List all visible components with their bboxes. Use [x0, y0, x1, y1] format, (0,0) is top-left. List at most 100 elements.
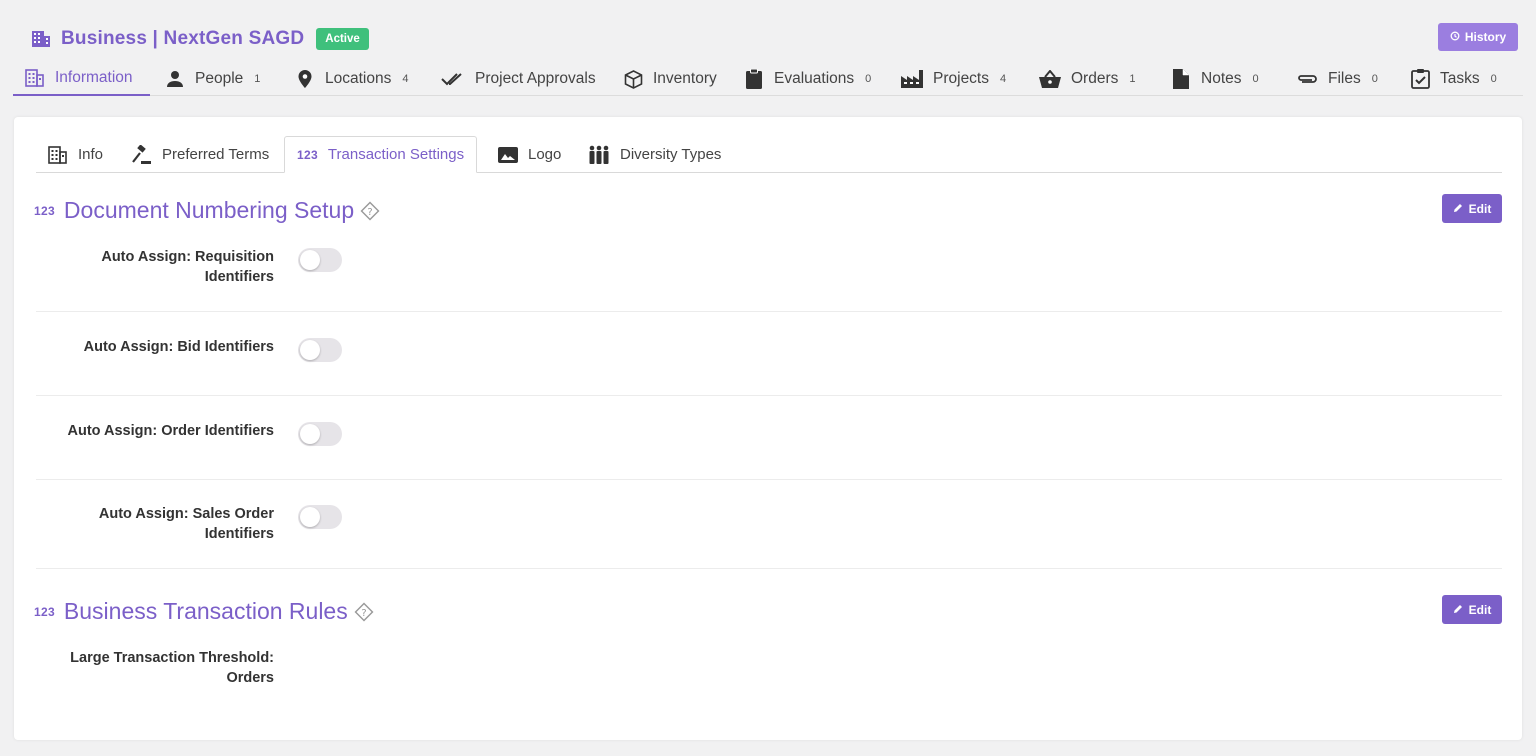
building-icon — [30, 29, 52, 49]
building-icon — [48, 145, 68, 164]
tab-label: Tasks — [1440, 70, 1480, 87]
subtab-logo[interactable]: Logo — [486, 136, 573, 173]
tab-label: Project Approvals — [475, 70, 596, 87]
setting-label: Auto Assign: Bid Identifiers — [83, 339, 274, 355]
content-card: Info Preferred Terms 123 Transaction Set… — [14, 117, 1522, 740]
page-title: Business | NextGen SAGD — [61, 28, 305, 49]
history-button[interactable]: History — [1438, 23, 1518, 51]
tab-count: 4 — [402, 73, 409, 85]
setting-row-order: Auto Assign: Order Identifiers — [36, 421, 1502, 446]
section-title-text: Business Transaction Rules — [63, 598, 348, 624]
tab-label: Inventory — [653, 70, 717, 87]
tab-inventory[interactable]: Inventory — [623, 62, 717, 96]
subtab-info[interactable]: Info — [36, 136, 115, 173]
tab-locations[interactable]: Locations 4 — [295, 62, 408, 96]
map-pin-icon — [295, 69, 315, 89]
tab-label: Evaluations — [774, 70, 855, 87]
subtab-label: Preferred Terms — [162, 146, 270, 163]
tab-information[interactable]: Information — [13, 62, 150, 96]
factory-icon — [901, 69, 923, 89]
tab-label: Files — [1328, 70, 1361, 87]
tab-label: Notes — [1201, 70, 1242, 87]
subtab-label: Diversity Types — [620, 146, 722, 163]
subtab-label: Info — [78, 146, 104, 163]
note-icon — [1171, 69, 1191, 89]
edit-numbering-button[interactable]: Edit — [1442, 194, 1502, 223]
pencil-icon — [1453, 202, 1463, 216]
tab-count: 0 — [1371, 73, 1378, 85]
divider — [36, 395, 1502, 396]
requisition-toggle[interactable] — [298, 248, 342, 272]
image-icon — [498, 146, 518, 163]
tab-count: 1 — [1129, 73, 1136, 85]
subtab-transaction-settings[interactable]: 123 Transaction Settings — [284, 136, 478, 173]
tab-people[interactable]: People 1 — [165, 62, 260, 96]
tab-count: 4 — [1000, 73, 1007, 85]
tab-tasks[interactable]: Tasks 0 — [1410, 62, 1497, 96]
section-title-numbering: 123 Document Numbering Setup ? — [34, 197, 380, 224]
basket-icon — [1039, 69, 1061, 89]
help-icon[interactable]: ? — [354, 602, 374, 622]
sub-tab-bar: Info Preferred Terms 123 Transaction Set… — [36, 136, 1502, 173]
setting-row-sales-order: Auto Assign: Sales Order Identifiers — [36, 504, 1502, 548]
setting-label: Auto Assign: Sales Order Identifiers — [98, 506, 274, 542]
tab-files[interactable]: Files 0 — [1296, 62, 1378, 96]
help-icon[interactable]: ? — [360, 201, 380, 221]
cube-icon — [623, 69, 643, 89]
history-icon — [1450, 30, 1460, 44]
pencil-icon — [1453, 603, 1463, 617]
divider — [36, 479, 1502, 480]
tab-count: 0 — [1490, 73, 1497, 85]
order-toggle[interactable] — [298, 422, 342, 446]
tab-label: Information — [55, 69, 133, 86]
tab-label: People — [195, 70, 244, 87]
edit-label: Edit — [1468, 602, 1492, 617]
numbers-icon: 123 — [297, 147, 318, 162]
building-icon — [25, 68, 45, 88]
sales-order-toggle[interactable] — [298, 505, 342, 529]
tab-label: Projects — [933, 70, 989, 87]
gavel-icon — [132, 144, 152, 165]
tab-count: 1 — [254, 73, 261, 85]
main-tab-bar: Information People 1 Locations 4 Project… — [13, 62, 1523, 96]
subtab-label: Transaction Settings — [327, 146, 465, 163]
double-check-icon — [441, 69, 465, 89]
divider — [36, 568, 1502, 569]
subtab-diversity-types[interactable]: Diversity Types — [576, 136, 733, 173]
subtab-preferred-terms[interactable]: Preferred Terms — [120, 136, 281, 173]
edit-label: Edit — [1468, 201, 1492, 216]
person-icon — [165, 69, 185, 89]
divider — [36, 311, 1502, 312]
setting-label: Auto Assign: Requisition Identifiers — [101, 249, 274, 285]
edit-rules-button[interactable]: Edit — [1442, 595, 1502, 624]
numbers-icon: 123 — [34, 604, 55, 619]
history-label: History — [1464, 30, 1507, 44]
tab-projects[interactable]: Projects 4 — [901, 62, 1006, 96]
tab-project-approvals[interactable]: Project Approvals — [441, 62, 596, 96]
setting-row-bid: Auto Assign: Bid Identifiers — [36, 337, 1502, 362]
tab-label: Orders — [1071, 70, 1119, 87]
tab-count: 0 — [1252, 73, 1259, 85]
svg-text:?: ? — [367, 207, 372, 218]
tab-label: Locations — [325, 70, 392, 87]
bid-toggle[interactable] — [298, 338, 342, 362]
subtab-label: Logo — [528, 146, 562, 163]
setting-row-requisition: Auto Assign: Requisition Identifiers — [36, 247, 1502, 291]
numbers-icon: 123 — [34, 203, 55, 218]
page-header: Business | NextGen SAGD Active — [30, 24, 369, 54]
people-icon — [588, 145, 610, 165]
tab-count: 0 — [865, 73, 872, 85]
tab-orders[interactable]: Orders 1 — [1039, 62, 1136, 96]
svg-text:?: ? — [361, 608, 366, 619]
tab-notes[interactable]: Notes 0 — [1171, 62, 1259, 96]
paperclip-icon — [1296, 69, 1318, 89]
section-title-rules: 123 Business Transaction Rules ? — [34, 598, 374, 625]
clipboard-icon — [744, 69, 764, 89]
checklist-icon — [1410, 69, 1430, 89]
setting-label: Auto Assign: Order Identifiers — [67, 423, 274, 439]
section-title-text: Document Numbering Setup — [63, 197, 355, 223]
setting-row-threshold: Large Transaction Threshold: Orders — [36, 648, 1502, 692]
setting-label: Large Transaction Threshold: Orders — [70, 650, 274, 686]
status-badge: Active — [316, 28, 369, 50]
tab-evaluations[interactable]: Evaluations 0 — [744, 62, 871, 96]
